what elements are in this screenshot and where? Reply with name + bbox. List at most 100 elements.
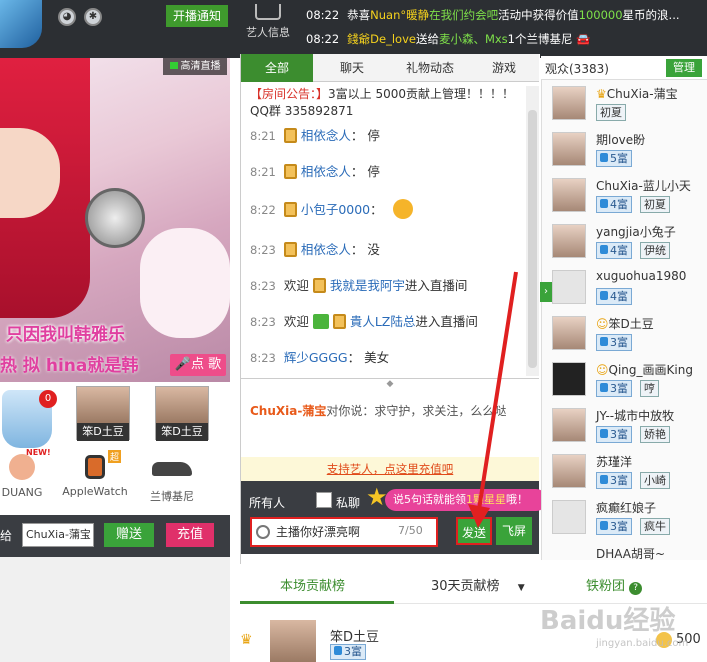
tab-games[interactable]: 游戏: [469, 54, 539, 82]
send-button[interactable]: 发送: [456, 517, 492, 545]
char-counter: 7/50: [398, 524, 423, 537]
resize-handle[interactable]: ◆: [241, 378, 539, 389]
admin-button[interactable]: 管理: [666, 59, 702, 77]
avatar: [552, 132, 586, 166]
car-icon: 🚘: [576, 32, 591, 46]
avatar: [552, 316, 586, 350]
gift-label: DUANG: [1, 486, 43, 499]
audience-name[interactable]: ☺笨D土豆: [596, 315, 654, 332]
hd-icon: [169, 62, 178, 69]
audience-item[interactable]: ♛ChuXia-蒲宝 初夏: [552, 82, 702, 128]
wealth-level: 4富: [596, 288, 632, 305]
audience-item[interactable]: DHAA胡哥~: [552, 542, 702, 560]
wealth-level: 3富: [596, 334, 632, 351]
left-bottom-panel: [0, 557, 230, 662]
audience-name[interactable]: 苏瑾洋: [596, 453, 632, 470]
charge-button[interactable]: 充值: [166, 523, 214, 547]
avatar: [552, 500, 586, 534]
audience-item[interactable]: 期love盼 5富: [552, 128, 702, 174]
audience-name[interactable]: yangjia小兔子: [596, 223, 676, 240]
message-time: 8:23: [250, 351, 276, 365]
chat-scrollbar-thumb[interactable]: [528, 110, 537, 368]
ticker-name[interactable]: 錢爺De_love: [347, 32, 416, 46]
watermark: Baidu经验: [540, 606, 676, 636]
recipient-select[interactable]: 所有人: [249, 494, 285, 511]
audience-name[interactable]: ♛ChuXia-蒲宝: [596, 85, 678, 102]
message-user[interactable]: 相依念人: [301, 242, 351, 257]
message-user[interactable]: 辉少GGGG: [284, 350, 348, 365]
whisper-user[interactable]: ChuXia-蒲宝: [250, 404, 326, 418]
message-user[interactable]: 小包子0000: [301, 202, 370, 217]
tip-highlight: 1颗星星: [466, 493, 506, 506]
user-card[interactable]: 笨D土豆: [155, 386, 209, 441]
ticker-line-1: 08:22 恭喜Nuan°暖静在我们约会吧活动中获得价值100000星币的浪...: [306, 4, 706, 26]
private-chat-checkbox[interactable]: [316, 492, 332, 508]
tab-chat[interactable]: 聊天: [313, 54, 391, 82]
audience-item[interactable]: ChuXia-蓝儿小天 4富 初夏: [552, 174, 702, 220]
microphone: [85, 188, 145, 248]
tab-iron-fans[interactable]: 铁粉团 ?: [586, 575, 643, 595]
user-card[interactable]: 笨D土豆: [76, 386, 130, 441]
give-button[interactable]: 赠送: [104, 523, 154, 547]
give-recipient-field[interactable]: ChuXia-蒲宝: [22, 523, 94, 547]
message-user[interactable]: 相依念人: [301, 164, 351, 179]
artist-info-icon: [255, 4, 281, 20]
wealth-level-text: 4富: [610, 244, 628, 257]
emoticon-icon[interactable]: ◕: [58, 8, 76, 26]
tab-30day-ranking[interactable]: 30天贡献榜 ▼: [431, 575, 525, 594]
audience-name[interactable]: DHAA胡哥~: [596, 545, 665, 560]
help-icon[interactable]: ?: [629, 582, 643, 595]
support-link[interactable]: 支持艺人，点这里充值吧: [241, 457, 539, 481]
active-tab-indicator: [240, 601, 394, 604]
expand-arrow-icon[interactable]: ›: [540, 282, 552, 302]
audience-name[interactable]: JY--城市中放牧: [596, 407, 674, 424]
audience-name-text: 笨D土豆: [608, 317, 654, 331]
ticker-name[interactable]: Nuan°暖静: [370, 8, 429, 22]
audience-item[interactable]: JY--城市中放牧 3富 娇艳: [552, 404, 702, 450]
fly-screen-button[interactable]: 飞屏: [496, 517, 532, 545]
chat-message: 8:23 欢迎 貴人LZ陆总进入直播间: [250, 304, 526, 340]
phone-icon: [283, 128, 297, 143]
audience-name[interactable]: xuguohua1980: [596, 269, 686, 283]
message-text: 停: [367, 128, 380, 143]
super-badge: 超: [108, 450, 122, 463]
phone-icon: [312, 278, 326, 293]
audience-name[interactable]: 期love盼: [596, 131, 645, 148]
request-song-button[interactable]: 🎤点 歌: [170, 354, 226, 376]
audience-item[interactable]: yangjia小兔子 4富 伊统: [552, 220, 702, 266]
audience-item[interactable]: 疯癫红娘子 3富 疯牛: [552, 496, 702, 542]
wealth-level-text: 5富: [610, 152, 628, 165]
audience-title: 观众(3383): [545, 62, 609, 76]
message-time: 8:22: [250, 203, 276, 217]
message-user[interactable]: 貴人LZ陆总: [350, 314, 416, 329]
audience-item[interactable]: ☺Qing_画画King 3富哼: [552, 358, 702, 404]
message-user[interactable]: 我就是我阿宇: [330, 278, 405, 293]
settings-icon[interactable]: ✱: [84, 8, 102, 26]
rank-user-name[interactable]: 笨D土豆: [330, 626, 379, 645]
gift-duang[interactable]: NEW! DUANG: [0, 448, 51, 499]
emoji-icon[interactable]: [256, 525, 270, 539]
audience-item[interactable]: ☺笨D土豆 3富: [552, 312, 702, 358]
tab-session-ranking[interactable]: 本场贡献榜: [280, 575, 345, 594]
ticker-event[interactable]: 在我们约会吧: [429, 8, 498, 22]
fan-tag: 初夏: [596, 104, 626, 121]
message-user[interactable]: 相依念人: [301, 128, 351, 143]
caret-down-icon: ▼: [517, 583, 525, 593]
audience-name[interactable]: 疯癫红娘子: [596, 499, 656, 516]
audience-name[interactable]: ChuXia-蓝儿小天: [596, 177, 691, 194]
phone-icon: [283, 202, 297, 217]
audience-item[interactable]: 苏瑾洋 3富 小崎: [552, 450, 702, 496]
audience-name[interactable]: ☺Qing_画画King: [596, 361, 693, 378]
gift-applewatch[interactable]: 超 AppleWatch: [58, 450, 132, 498]
avatar[interactable]: [270, 620, 316, 662]
artist-info-button[interactable]: 艺人信息: [240, 0, 296, 44]
site-logo[interactable]: [0, 0, 42, 48]
audience-item[interactable]: xuguohua1980 4富: [552, 266, 702, 312]
tab-all[interactable]: 全部: [241, 54, 313, 82]
tab-gift-feed[interactable]: 礼物动态: [391, 54, 469, 82]
notify-button[interactable]: 开播通知: [166, 5, 228, 27]
gift-lamborghini[interactable]: 兰博基尼: [144, 452, 200, 504]
live-video[interactable]: 高清直播 只因我叫韩雅乐 热 拟 hina就是韩 🎤点 歌: [0, 58, 230, 382]
message-time: 8:23: [250, 315, 276, 329]
ticker-name[interactable]: 麦小森、Mxs: [439, 32, 508, 46]
